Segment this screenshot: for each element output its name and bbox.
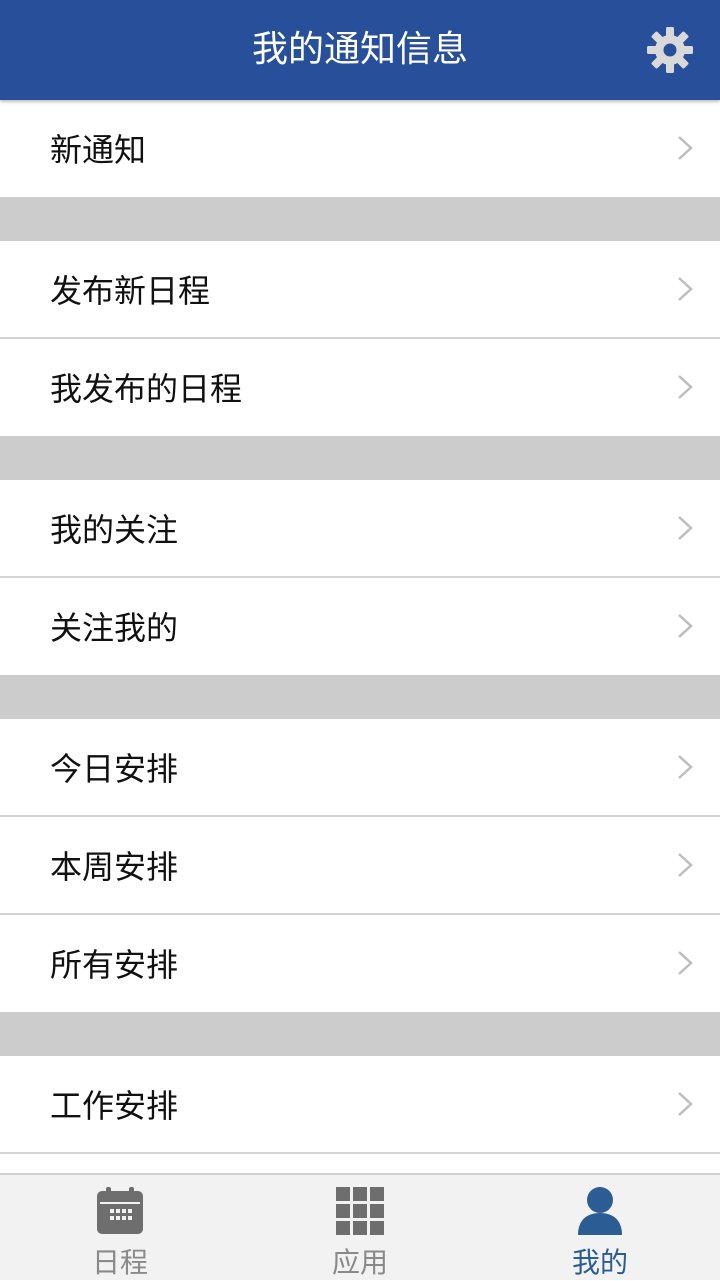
menu-item-label: 新通知 xyxy=(50,131,147,169)
menu-item-my-published-schedules[interactable]: 我发布的日程 xyxy=(0,339,720,436)
chevron-right-icon xyxy=(676,1090,694,1118)
menu-item-label: 今日安排 xyxy=(50,750,179,788)
chevron-right-icon xyxy=(676,275,694,303)
bottom-tab-bar: 日程 应用 我的 xyxy=(0,1173,720,1280)
chevron-right-icon xyxy=(676,753,694,781)
menu-item-all-schedule[interactable]: 所有安排 xyxy=(0,915,720,1012)
menu-item-new-notice[interactable]: 新通知 xyxy=(0,100,720,197)
group-separator xyxy=(0,1012,720,1056)
chevron-right-icon xyxy=(676,612,694,640)
chevron-right-icon xyxy=(676,851,694,879)
menu-item-today-schedule[interactable]: 今日安排 xyxy=(0,719,720,817)
menu-item-label: 发布新日程 xyxy=(50,272,211,310)
gear-icon xyxy=(647,27,693,73)
menu-item-label: 工作安排 xyxy=(50,1087,179,1125)
group-separator xyxy=(0,436,720,480)
menu-item-publish-schedule[interactable]: 发布新日程 xyxy=(0,241,720,339)
page-title: 我的通知信息 xyxy=(251,29,468,70)
tab-label: 日程 xyxy=(91,1246,148,1279)
menu-item-label: 关注我的 xyxy=(50,609,179,647)
grid-icon xyxy=(334,1185,386,1237)
chevron-right-icon xyxy=(676,134,694,162)
person-icon xyxy=(574,1185,626,1237)
menu-item-label: 所有安排 xyxy=(50,946,179,984)
calendar-icon xyxy=(94,1185,146,1237)
tab-label: 应用 xyxy=(331,1246,388,1279)
chevron-right-icon xyxy=(676,949,694,977)
menu-item-my-followers[interactable]: 关注我的 xyxy=(0,578,720,675)
tab-schedule[interactable]: 日程 xyxy=(0,1175,240,1280)
group-separator xyxy=(0,675,720,719)
chevron-right-icon xyxy=(676,373,694,401)
menu-item-label: 本周安排 xyxy=(50,848,179,886)
group-separator xyxy=(0,197,720,241)
tab-mine[interactable]: 我的 xyxy=(480,1175,720,1280)
tab-apps[interactable]: 应用 xyxy=(240,1175,480,1280)
chevron-right-icon xyxy=(676,514,694,542)
menu-list: 新通知 发布新日程 我发布的日程 我的关注 关注我的 今日安排 本周安排 所有安… xyxy=(0,100,720,1173)
menu-item-label: 我的关注 xyxy=(50,511,179,549)
app-header: 我的通知信息 xyxy=(0,0,720,100)
menu-item-label: 我发布的日程 xyxy=(50,370,243,408)
tab-label: 我的 xyxy=(571,1246,628,1279)
menu-item-my-following[interactable]: 我的关注 xyxy=(0,480,720,578)
menu-item-work-schedule[interactable]: 工作安排 xyxy=(0,1056,720,1154)
settings-button[interactable] xyxy=(644,24,696,76)
menu-item-week-schedule[interactable]: 本周安排 xyxy=(0,817,720,915)
